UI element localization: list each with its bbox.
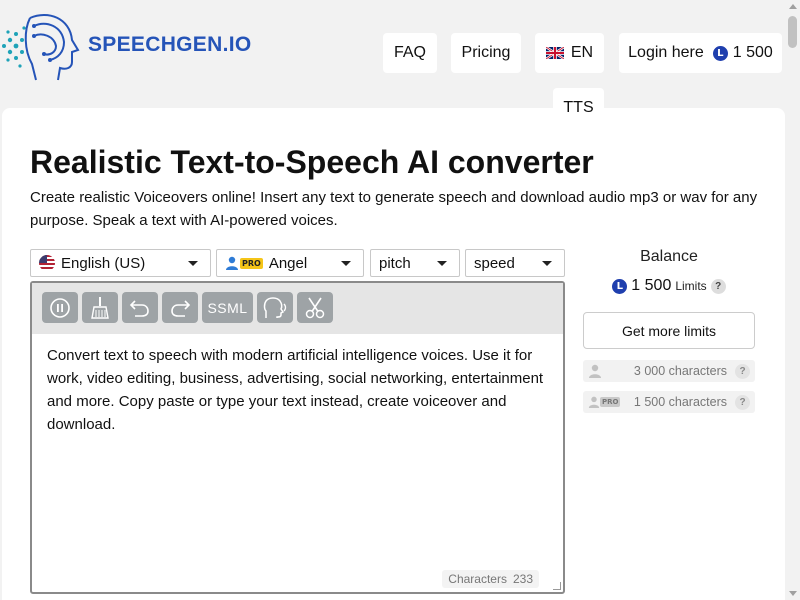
user-icon xyxy=(226,256,238,270)
ssml-button[interactable]: SSML xyxy=(202,292,253,323)
balance-amount: 1 500 xyxy=(631,277,672,294)
clear-text-button[interactable] xyxy=(82,292,118,323)
help-icon[interactable]: ? xyxy=(710,278,726,294)
voice-preview-button[interactable] xyxy=(257,292,293,323)
nav-faq[interactable]: FAQ xyxy=(383,33,437,73)
help-icon[interactable]: ? xyxy=(735,363,750,379)
pause-button[interactable] xyxy=(42,292,78,323)
speaking-head-icon xyxy=(263,296,287,318)
page-title: Realistic Text-to-Speech AI converter xyxy=(30,144,594,180)
page-scrollbar[interactable] xyxy=(785,0,800,600)
login-button[interactable]: Login here L 1 500 xyxy=(619,33,782,73)
balance-amount-row: L 1 500 Limits ? xyxy=(584,277,754,295)
speed-select-value: speed xyxy=(474,254,515,272)
language-select[interactable]: English (US) xyxy=(30,249,211,277)
pitch-select[interactable]: pitch xyxy=(370,249,460,277)
free-limit-value: 3 000 characters xyxy=(633,364,727,378)
voice-select-value: Angel xyxy=(268,254,308,272)
balance-title: Balance xyxy=(640,248,698,265)
main-card: Realistic Text-to-Speech AI converter Cr… xyxy=(2,108,785,600)
pause-icon xyxy=(50,297,70,318)
login-label: Login here xyxy=(628,44,704,61)
chevron-down-icon xyxy=(542,261,552,266)
pro-badge: PRO xyxy=(240,257,263,269)
ssml-label: SSML xyxy=(207,299,248,316)
uk-flag-icon xyxy=(545,47,564,59)
get-more-limits-button[interactable]: Get more limits xyxy=(583,312,755,349)
language-select-value: English (US) xyxy=(61,254,146,272)
nav-pricing[interactable]: Pricing xyxy=(451,33,521,73)
user-icon xyxy=(588,396,600,408)
language-code: EN xyxy=(570,44,594,61)
pro-limit-value: 1 500 characters xyxy=(633,395,727,409)
language-switcher[interactable]: EN xyxy=(535,33,604,73)
login-balance: 1 500 xyxy=(732,44,773,61)
speed-select[interactable]: speed xyxy=(465,249,565,277)
scroll-up-arrow-icon[interactable] xyxy=(789,4,797,9)
resize-handle[interactable] xyxy=(553,582,561,590)
limits-label: Limits xyxy=(675,279,707,293)
scissors-icon xyxy=(305,297,325,318)
free-limit-row: 3 000 characters ? xyxy=(583,360,755,382)
scroll-thumb[interactable] xyxy=(788,16,797,48)
coin-icon: L xyxy=(712,45,728,61)
us-flag-icon xyxy=(39,255,55,271)
character-counter: Characters 233 xyxy=(442,570,539,588)
pro-badge: PRO xyxy=(600,397,621,407)
logo-text: SPEECHGEN.IO xyxy=(88,32,252,56)
split-text-button[interactable] xyxy=(297,292,333,323)
text-editor[interactable]: SSML Convert text to speech with modern … xyxy=(30,281,565,594)
page-subtitle: Create realistic Voiceovers online! Inse… xyxy=(30,189,758,229)
chevron-down-icon xyxy=(437,261,447,266)
nav-tts[interactable]: TTS xyxy=(553,88,604,128)
voice-select[interactable]: PRO Angel xyxy=(216,249,364,277)
editor-toolbar: SSML xyxy=(32,283,563,334)
chevron-down-icon xyxy=(341,261,351,266)
user-icon xyxy=(589,364,601,378)
pitch-select-value: pitch xyxy=(379,254,411,272)
ai-head-logo-icon xyxy=(2,14,80,81)
broom-icon xyxy=(91,296,109,319)
coin-icon: L xyxy=(612,278,628,294)
pro-limit-row: PRO 1 500 characters ? xyxy=(583,391,755,413)
editor-textarea[interactable]: Convert text to speech with modern artif… xyxy=(32,334,563,446)
scroll-down-arrow-icon[interactable] xyxy=(789,591,797,596)
character-counter-label: Characters xyxy=(448,572,507,586)
undo-icon xyxy=(129,299,149,317)
help-icon[interactable]: ? xyxy=(735,394,750,410)
chevron-down-icon xyxy=(188,261,198,266)
redo-button[interactable] xyxy=(162,292,198,323)
character-counter-value: 233 xyxy=(512,572,533,586)
redo-icon xyxy=(171,299,191,317)
undo-button[interactable] xyxy=(122,292,158,323)
site-logo[interactable]: SPEECHGEN.IO xyxy=(0,10,270,85)
